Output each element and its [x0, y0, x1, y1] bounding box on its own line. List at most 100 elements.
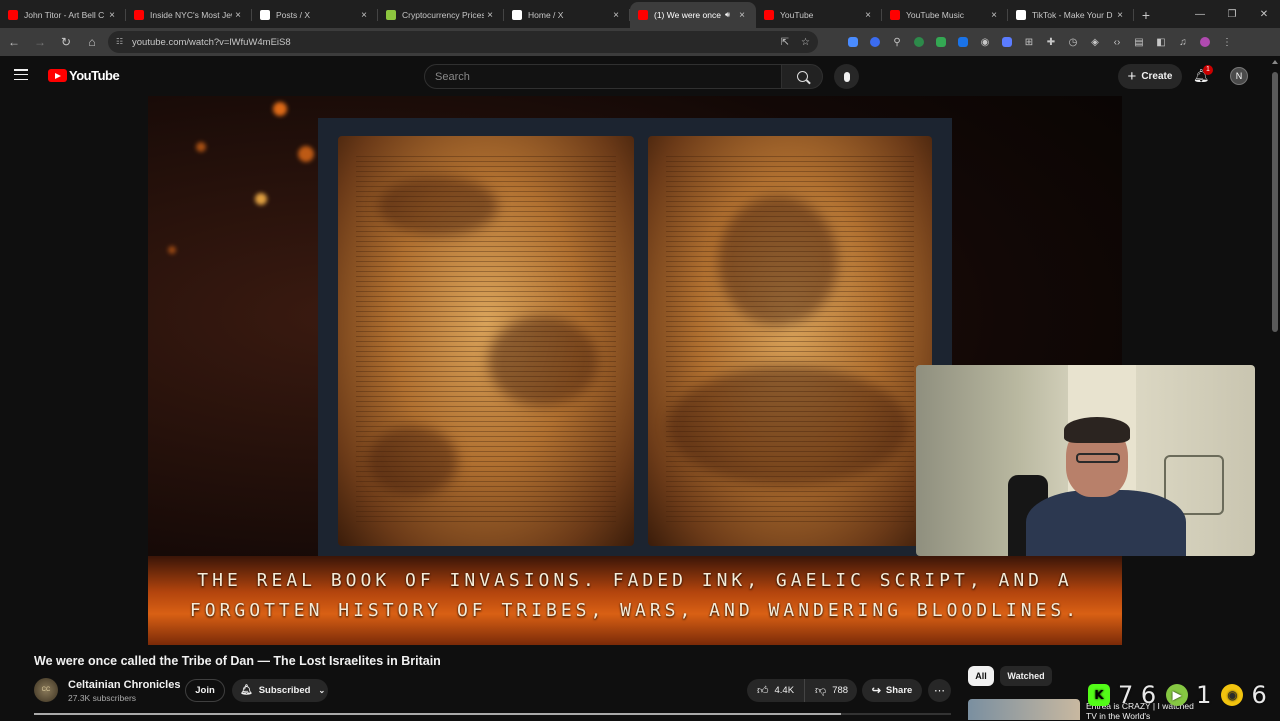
- tab-favicon-icon: [1016, 10, 1026, 20]
- extension-icon[interactable]: ◈: [1084, 31, 1106, 53]
- close-window-icon[interactable]: ✕: [1248, 0, 1280, 28]
- channel-avatar[interactable]: CC: [34, 678, 58, 702]
- extension-icon[interactable]: [864, 31, 886, 53]
- browser-menu-icon[interactable]: ⋮: [1216, 31, 1238, 53]
- sidepanel-icon[interactable]: ◧: [1150, 31, 1172, 53]
- browser-tab[interactable]: YouTube Music ×: [882, 2, 1008, 28]
- caption-line-1: The real Book of Invasions. Faded ink, G…: [197, 570, 1073, 591]
- create-button[interactable]: + Create: [1118, 64, 1182, 89]
- chip-all[interactable]: All: [968, 666, 994, 686]
- tab-close-icon[interactable]: ×: [736, 10, 748, 21]
- browser-tab[interactable]: TikTok - Make Your D ×: [1008, 2, 1134, 28]
- minimize-icon[interactable]: —: [1184, 0, 1216, 28]
- chip-watched[interactable]: Watched: [1000, 666, 1052, 686]
- profile-icon[interactable]: [1194, 31, 1216, 53]
- more-actions-icon[interactable]: ⋯: [928, 679, 951, 702]
- tab-favicon-icon: [764, 10, 774, 20]
- tab-close-icon[interactable]: ×: [1114, 10, 1126, 21]
- browser-tab-strip: John Titor - Art Bell C × Inside NYC's Mos…: [0, 0, 1280, 28]
- bell-icon: 🔔︎: [240, 685, 253, 696]
- tab-favicon-icon: [134, 10, 144, 20]
- notification-badge: 1: [1203, 65, 1213, 75]
- tab-close-icon[interactable]: ×: [484, 10, 496, 21]
- address-bar[interactable]: ☷ youtube.com/watch?v=lWfuW4mEiS8 ⇱ ☆: [108, 31, 818, 53]
- like-count: 4.4K: [774, 685, 795, 696]
- extension-icon[interactable]: [952, 31, 974, 53]
- gamer-logo-icon: ◉: [1221, 684, 1244, 706]
- install-app-icon[interactable]: ⇱: [781, 37, 789, 48]
- site-info-icon[interactable]: ☷: [116, 37, 126, 47]
- load-progress-bar: [34, 713, 951, 715]
- browser-tab[interactable]: Inside NYC's Most Jew ×: [126, 2, 252, 28]
- tab-close-icon[interactable]: ×: [862, 10, 874, 21]
- maximize-icon[interactable]: ❐: [1216, 0, 1248, 28]
- thumbs-down-icon: 👎︎: [815, 685, 827, 697]
- extension-icon[interactable]: [842, 31, 864, 53]
- reading-list-icon[interactable]: ▤: [1128, 31, 1150, 53]
- share-label: Share: [885, 685, 913, 696]
- menu-hamburger-icon[interactable]: [14, 69, 28, 80]
- share-button[interactable]: ↪ Share: [862, 679, 922, 702]
- scroll-up-arrow-icon[interactable]: [1272, 60, 1278, 64]
- account-avatar[interactable]: N: [1230, 67, 1248, 85]
- share-arrow-icon: ↪: [871, 685, 881, 697]
- extension-icon[interactable]: [996, 31, 1018, 53]
- subscribed-button[interactable]: 🔔︎ Subscribed ⌄: [232, 679, 328, 702]
- plus-icon: +: [1127, 68, 1137, 85]
- browser-tab[interactable]: Home / X ×: [504, 2, 630, 28]
- extension-icon[interactable]: [908, 31, 930, 53]
- home-icon[interactable]: ⌂: [80, 30, 104, 54]
- tab-favicon-icon: [890, 10, 900, 20]
- reload-icon[interactable]: ↻: [54, 30, 78, 54]
- back-icon[interactable]: ←: [2, 30, 26, 54]
- scrollbar-thumb[interactable]: [1272, 72, 1278, 332]
- extension-icon[interactable]: ⚲: [886, 31, 908, 53]
- browser-tab[interactable]: (1) We were once 🔊︎ ×: [630, 2, 756, 28]
- browser-tab[interactable]: John Titor - Art Bell C ×: [0, 2, 126, 28]
- page-scrollbar[interactable]: [1270, 56, 1280, 720]
- youtube-logo[interactable]: YouTube: [48, 68, 120, 83]
- voice-search-button[interactable]: [834, 64, 859, 89]
- tab-favicon-icon: [260, 10, 270, 20]
- tab-close-icon[interactable]: ×: [358, 10, 370, 21]
- subscribed-label: Subscribed: [258, 685, 311, 696]
- forward-icon[interactable]: →: [28, 30, 52, 54]
- dislike-button[interactable]: 👎︎ 788: [805, 679, 858, 702]
- search-input[interactable]: Search: [424, 64, 782, 89]
- extension-icon[interactable]: ◉: [974, 31, 996, 53]
- youtube-header: YouTube Search + Create 🔔︎ 1 N: [0, 56, 1280, 96]
- tab-close-icon[interactable]: ×: [106, 10, 118, 21]
- tab-favicon-icon: [8, 10, 18, 20]
- tab-label: TikTok - Make Your D: [1032, 10, 1113, 20]
- recommended-video-thumbnail[interactable]: [968, 699, 1080, 720]
- extension-icon[interactable]: [930, 31, 952, 53]
- search-button[interactable]: [781, 64, 823, 89]
- extensions-puzzle-icon[interactable]: ✚: [1040, 31, 1062, 53]
- tab-close-icon[interactable]: ×: [988, 10, 1000, 21]
- history-icon[interactable]: ◷: [1062, 31, 1084, 53]
- tab-label: Cryptocurrency Prices: [402, 10, 484, 20]
- rumble-viewer-count: 1: [1196, 681, 1212, 709]
- media-controls-icon[interactable]: ♫: [1172, 31, 1194, 53]
- bookmark-star-icon[interactable]: ☆: [801, 37, 810, 48]
- youtube-play-icon: [48, 69, 67, 82]
- join-button[interactable]: Join: [185, 679, 225, 702]
- new-tab-button[interactable]: +: [1134, 2, 1158, 28]
- tab-label: Inside NYC's Most Jew: [150, 10, 232, 20]
- like-button[interactable]: 👍︎ 4.4K: [747, 679, 806, 702]
- tab-audio-icon[interactable]: 🔊︎: [725, 10, 730, 20]
- tab-label: (1) We were once: [654, 10, 721, 20]
- tab-close-icon[interactable]: ×: [610, 10, 622, 21]
- tab-favicon-icon: [386, 10, 396, 20]
- devtools-icon[interactable]: ‹›: [1106, 31, 1128, 53]
- window-controls: — ❐ ✕: [1184, 0, 1280, 28]
- microphone-icon: [843, 71, 850, 82]
- tab-close-icon[interactable]: ×: [232, 10, 244, 21]
- extension-icon[interactable]: ⊞: [1018, 31, 1040, 53]
- browser-tab[interactable]: Cryptocurrency Prices ×: [378, 2, 504, 28]
- channel-name[interactable]: Celtainian Chronicles: [68, 679, 180, 691]
- rumble-logo-icon: ▶: [1166, 684, 1189, 706]
- tab-label: Posts / X: [276, 10, 311, 20]
- browser-tab[interactable]: Posts / X ×: [252, 2, 378, 28]
- browser-tab[interactable]: YouTube ×: [756, 2, 882, 28]
